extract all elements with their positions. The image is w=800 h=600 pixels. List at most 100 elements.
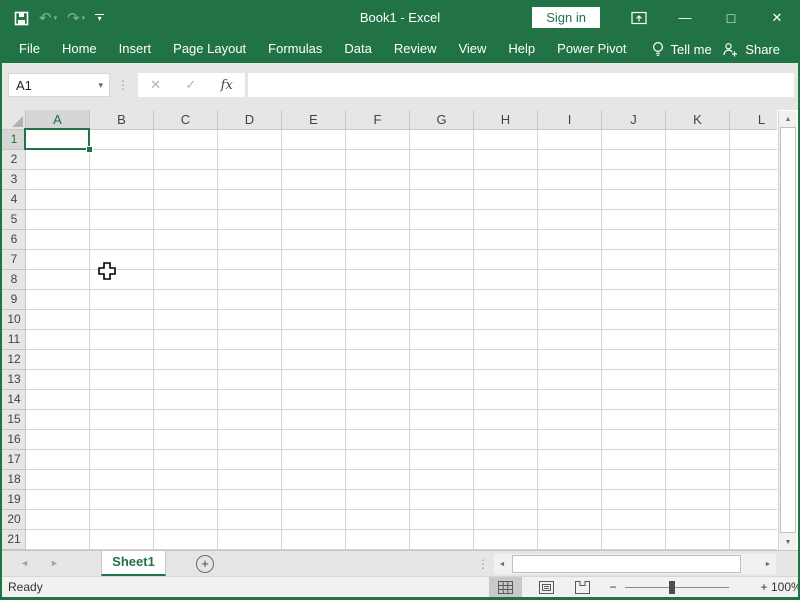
customize-quick-access-button[interactable]: ▾ (95, 14, 104, 22)
column-header-g[interactable]: G (410, 110, 474, 130)
column-header-l[interactable]: L (730, 110, 777, 130)
save-button[interactable] (14, 11, 29, 26)
column-header-c[interactable]: C (154, 110, 218, 130)
name-box[interactable]: A1 ▾ (8, 73, 110, 97)
ribbon-tab-formulas[interactable]: Formulas (257, 35, 333, 63)
undo-button[interactable]: ↶ ▾ (39, 11, 57, 26)
add-sheet-button[interactable]: + (196, 555, 214, 573)
insert-function-icon[interactable]: fx (221, 78, 233, 93)
row-header-18[interactable]: 18 (2, 470, 26, 490)
row-header-1[interactable]: 1 (2, 130, 26, 150)
close-button[interactable]: ✕ (754, 3, 800, 33)
window-border-left (0, 0, 2, 600)
cell-cursor (98, 262, 116, 280)
sheet-tab-sheet1[interactable]: Sheet1 (101, 551, 166, 576)
view-normal-button[interactable] (489, 577, 522, 598)
ribbon-tab-help[interactable]: Help (497, 35, 546, 63)
ribbon-tab-power-pivot[interactable]: Power Pivot (546, 35, 637, 63)
row-header-16[interactable]: 16 (2, 430, 26, 450)
zoom-in-button[interactable]: + (757, 577, 771, 597)
horizontal-scrollbar-thumb[interactable] (512, 555, 741, 573)
selected-cell[interactable] (24, 128, 90, 150)
column-header-d[interactable]: D (218, 110, 282, 130)
vertical-scrollbar[interactable]: ▲ ▼ (778, 111, 796, 550)
tab-scroll-splitter[interactable]: ⋮ (477, 554, 489, 574)
cancel-icon[interactable]: ✕ (150, 77, 161, 93)
row-header-15[interactable]: 15 (2, 410, 26, 430)
select-all-triangle-icon (12, 116, 23, 127)
name-box-caret-icon: ▾ (98, 80, 109, 91)
select-all-button[interactable] (2, 110, 26, 130)
ribbon-tab-home[interactable]: Home (51, 35, 108, 63)
zoom-slider-thumb[interactable] (669, 581, 675, 594)
row-header-5[interactable]: 5 (2, 210, 26, 230)
redo-caret-icon: ▾ (82, 14, 86, 22)
scroll-up-icon[interactable]: ▲ (780, 111, 796, 127)
quick-access-toolbar: ↶ ▾ ↷ ▾ ▾ (14, 5, 104, 31)
title-bar: ↶ ▾ ↷ ▾ ▾ Book1 - Excel Sign in — □ (0, 0, 800, 35)
column-header-i[interactable]: I (538, 110, 602, 130)
formula-input[interactable] (248, 73, 794, 97)
row-header-19[interactable]: 19 (2, 490, 26, 510)
title-controls: Sign in — □ ✕ (532, 0, 800, 35)
view-page-layout-button[interactable] (530, 577, 563, 598)
row-header-11[interactable]: 11 (2, 330, 26, 350)
undo-caret-icon: ▾ (54, 14, 58, 22)
scroll-right-icon[interactable]: ► (760, 554, 776, 574)
cell-grid[interactable] (26, 130, 777, 550)
view-page-break-button[interactable] (566, 577, 599, 598)
row-header-3[interactable]: 3 (2, 170, 26, 190)
row-header-17[interactable]: 17 (2, 450, 26, 470)
sheet-nav-prev-icon[interactable]: ◄ (20, 551, 29, 576)
horizontal-scrollbar[interactable] (510, 554, 760, 574)
fill-handle[interactable] (86, 146, 93, 153)
scroll-down-icon[interactable]: ▼ (780, 534, 796, 550)
column-header-a[interactable]: A (26, 110, 90, 130)
row-header-8[interactable]: 8 (2, 270, 26, 290)
column-header-f[interactable]: F (346, 110, 410, 130)
zoom-slider-track[interactable] (625, 587, 729, 588)
row-header-21[interactable]: 21 (2, 530, 26, 550)
row-header-7[interactable]: 7 (2, 250, 26, 270)
excel-window: ↶ ▾ ↷ ▾ ▾ Book1 - Excel Sign in — □ (0, 0, 800, 600)
sign-in-button[interactable]: Sign in (532, 7, 600, 28)
column-header-j[interactable]: J (602, 110, 666, 130)
row-header-6[interactable]: 6 (2, 230, 26, 250)
tell-me-label: Tell me (671, 42, 712, 57)
column-header-b[interactable]: B (90, 110, 154, 130)
status-bar: Ready − + 100% (0, 576, 800, 597)
row-header-20[interactable]: 20 (2, 510, 26, 530)
row-header-4[interactable]: 4 (2, 190, 26, 210)
ribbon-tab-review[interactable]: Review (383, 35, 448, 63)
row-header-12[interactable]: 12 (2, 350, 26, 370)
row-header-13[interactable]: 13 (2, 370, 26, 390)
row-header-14[interactable]: 14 (2, 390, 26, 410)
column-header-k[interactable]: K (666, 110, 730, 130)
enter-icon[interactable]: ✓ (185, 77, 196, 93)
column-header-h[interactable]: H (474, 110, 538, 130)
ribbon-tab-view[interactable]: View (447, 35, 497, 63)
share-button[interactable]: Share (723, 35, 780, 63)
vertical-scrollbar-thumb[interactable] (780, 127, 796, 533)
ribbon-display-options-button[interactable] (616, 3, 662, 33)
row-headers: 123456789101112131415161718192021 (2, 130, 26, 550)
tell-me-button[interactable]: Tell me (652, 35, 712, 63)
ribbon-tab-page-layout[interactable]: Page Layout (162, 35, 257, 63)
row-header-10[interactable]: 10 (2, 310, 26, 330)
name-box-splitter[interactable]: ⋮ (117, 75, 125, 95)
status-mode: Ready (8, 577, 43, 597)
scroll-left-icon[interactable]: ◄ (494, 554, 510, 574)
maximize-button[interactable]: □ (708, 3, 754, 33)
ribbon-tab-insert[interactable]: Insert (108, 35, 163, 63)
redo-button[interactable]: ↷ ▾ (67, 11, 85, 26)
zoom-out-button[interactable]: − (606, 577, 620, 597)
sheet-nav-next-icon[interactable]: ► (50, 551, 59, 576)
zoom-level[interactable]: 100% (771, 577, 800, 597)
ribbon-tab-data[interactable]: Data (333, 35, 382, 63)
column-header-e[interactable]: E (282, 110, 346, 130)
row-header-2[interactable]: 2 (2, 150, 26, 170)
minimize-button[interactable]: — (662, 3, 708, 33)
formula-bar: A1 ▾ ⋮ ✕ ✓ fx (0, 63, 800, 110)
row-header-9[interactable]: 9 (2, 290, 26, 310)
ribbon-tab-file[interactable]: File (8, 35, 51, 63)
